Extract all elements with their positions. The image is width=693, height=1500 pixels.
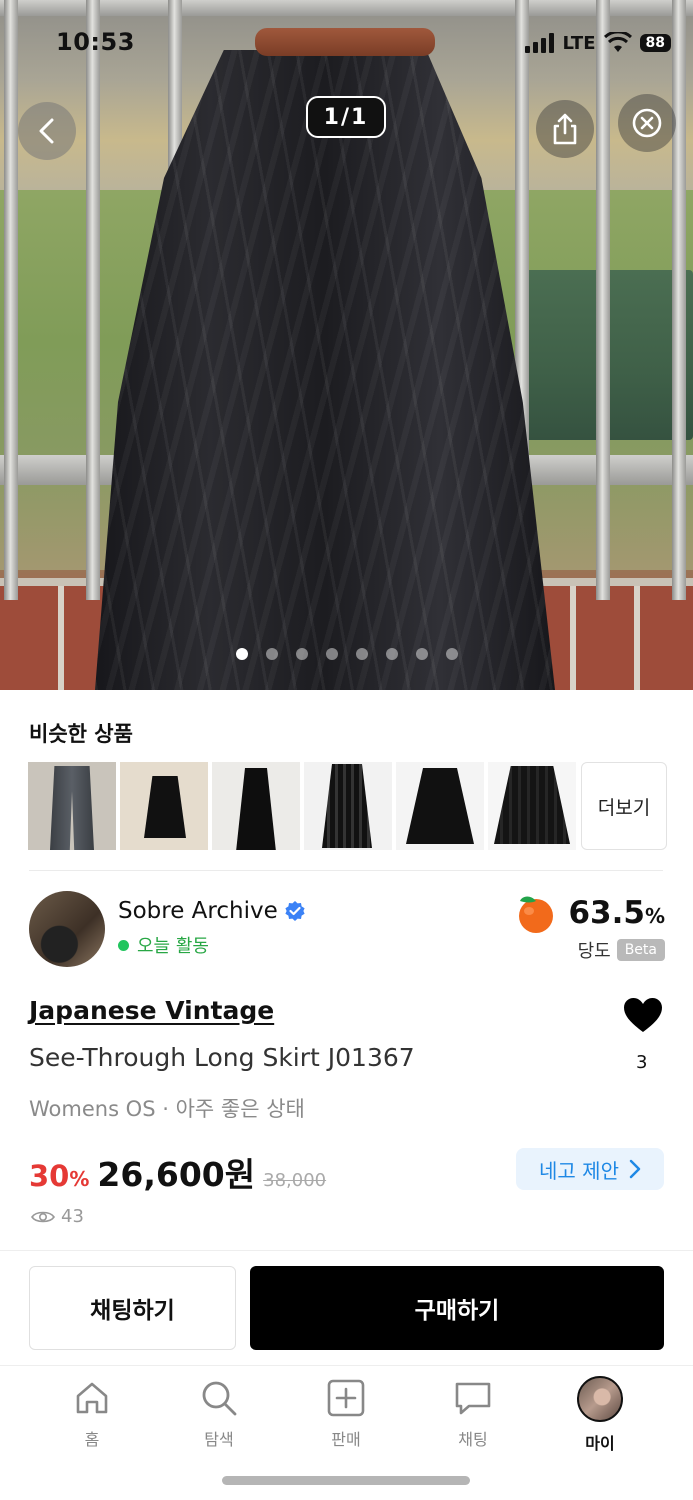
tab-home-label: 홈 bbox=[84, 1430, 100, 1449]
carousel-dot[interactable] bbox=[385, 648, 398, 660]
plus-square-icon bbox=[327, 1379, 365, 1417]
chat-button[interactable]: 채팅하기 bbox=[29, 1266, 236, 1350]
original-price: 38,000 bbox=[263, 1170, 327, 1191]
wifi-icon bbox=[603, 30, 632, 54]
sweetness-score[interactable]: 63.5% bbox=[514, 892, 665, 934]
tab-home[interactable]: 홈 bbox=[47, 1378, 137, 1450]
photo-fence-rail bbox=[0, 0, 693, 16]
sale-price: 26,600원 bbox=[97, 1155, 256, 1194]
carousel-dots[interactable] bbox=[0, 648, 693, 660]
similar-item-thumbnail[interactable] bbox=[120, 762, 208, 850]
product-meta: Womens OS · 아주 좋은 상태 bbox=[29, 1097, 305, 1121]
carousel-dot[interactable] bbox=[295, 648, 308, 660]
make-offer-label: 네고 제안 bbox=[539, 1158, 619, 1183]
chevron-right-icon bbox=[629, 1159, 641, 1179]
seller-name: Sobre Archive bbox=[118, 898, 278, 924]
product-photo[interactable]: 10:53 LTE 88 1/1 bbox=[0, 0, 693, 690]
section-divider bbox=[29, 870, 663, 871]
brand-link[interactable]: Japanese Vintage bbox=[29, 996, 274, 1025]
score-value: 63.5 bbox=[568, 895, 645, 931]
search-icon bbox=[202, 1381, 237, 1416]
photo-wooden-hanger bbox=[255, 28, 435, 56]
image-counter: 1/1 bbox=[306, 96, 386, 138]
tab-my[interactable]: 마이 bbox=[555, 1376, 645, 1454]
carousel-dot[interactable] bbox=[325, 648, 338, 660]
share-icon bbox=[553, 113, 577, 145]
similar-item-thumbnail[interactable] bbox=[28, 762, 116, 850]
close-icon bbox=[632, 108, 662, 138]
back-button[interactable] bbox=[18, 102, 76, 160]
status-indicators: LTE 88 bbox=[525, 30, 671, 54]
seller-activity-label: 오늘 활동 bbox=[137, 936, 209, 957]
purchase-action-bar: 채팅하기 구매하기 bbox=[0, 1250, 693, 1366]
online-dot-icon bbox=[118, 939, 129, 951]
verified-badge-icon bbox=[285, 901, 305, 921]
similar-item-thumbnail[interactable] bbox=[396, 762, 484, 850]
carrier-label: LTE bbox=[562, 32, 596, 54]
view-count-value: 43 bbox=[61, 1206, 84, 1227]
product-title: See-Through Long Skirt J01367 bbox=[29, 1043, 415, 1072]
carousel-dot[interactable] bbox=[445, 648, 458, 660]
close-button[interactable] bbox=[618, 94, 676, 152]
discount-rate: 30% bbox=[29, 1159, 90, 1193]
make-offer-button[interactable]: 네고 제안 bbox=[516, 1148, 664, 1190]
peach-icon bbox=[519, 896, 554, 933]
beta-badge: Beta bbox=[616, 939, 665, 961]
carousel-dot[interactable] bbox=[355, 648, 368, 660]
similar-items-row: 더보기 bbox=[28, 762, 667, 850]
tab-chat-label: 채팅 bbox=[458, 1430, 488, 1449]
share-button[interactable] bbox=[536, 100, 594, 158]
similar-item-thumbnail[interactable] bbox=[488, 762, 576, 850]
score-unit: % bbox=[644, 904, 665, 928]
tab-sell-label: 판매 bbox=[331, 1430, 361, 1449]
seller-activity: 오늘 활동 bbox=[118, 932, 209, 958]
photo-fence-bar bbox=[596, 0, 610, 600]
similar-item-thumbnail[interactable] bbox=[304, 762, 392, 850]
tab-sell[interactable]: 판매 bbox=[301, 1378, 391, 1450]
photo-fence-bar bbox=[86, 0, 100, 600]
chevron-left-icon bbox=[39, 118, 54, 144]
tab-explore-label: 탐색 bbox=[204, 1430, 234, 1449]
see-more-button[interactable]: 더보기 bbox=[581, 762, 667, 850]
score-label: 당도 bbox=[577, 941, 611, 962]
heart-icon[interactable] bbox=[622, 996, 664, 1034]
seller-avatar[interactable] bbox=[29, 891, 105, 967]
status-time: 10:53 bbox=[56, 28, 135, 56]
like-count: 3 bbox=[636, 1052, 648, 1073]
battery-icon: 88 bbox=[639, 34, 671, 52]
photo-fence-bar bbox=[4, 0, 18, 600]
buy-button[interactable]: 구매하기 bbox=[250, 1266, 664, 1350]
score-label-row: 당도 Beta bbox=[578, 937, 665, 963]
tab-explore[interactable]: 탐색 bbox=[174, 1378, 264, 1450]
tab-my-label: 마이 bbox=[585, 1434, 615, 1453]
carousel-dot[interactable] bbox=[415, 648, 428, 660]
chat-bubble-icon bbox=[455, 1382, 491, 1415]
carousel-dot[interactable] bbox=[235, 648, 248, 660]
home-icon bbox=[76, 1382, 108, 1414]
similar-items-title: 비슷한 상품 bbox=[29, 722, 133, 746]
view-count: 43 bbox=[31, 1206, 84, 1227]
signal-icon bbox=[525, 33, 555, 53]
price-row: 30% 26,600원 38,000 bbox=[29, 1148, 326, 1196]
tab-chat[interactable]: 채팅 bbox=[428, 1378, 518, 1450]
similar-item-thumbnail[interactable] bbox=[212, 762, 300, 850]
seller-name-row[interactable]: Sobre Archive bbox=[118, 898, 306, 924]
home-indicator[interactable] bbox=[222, 1476, 470, 1485]
carousel-dot[interactable] bbox=[265, 648, 278, 660]
profile-avatar bbox=[577, 1376, 623, 1422]
eye-icon bbox=[31, 1211, 55, 1222]
photo-fence-bar bbox=[672, 0, 686, 600]
